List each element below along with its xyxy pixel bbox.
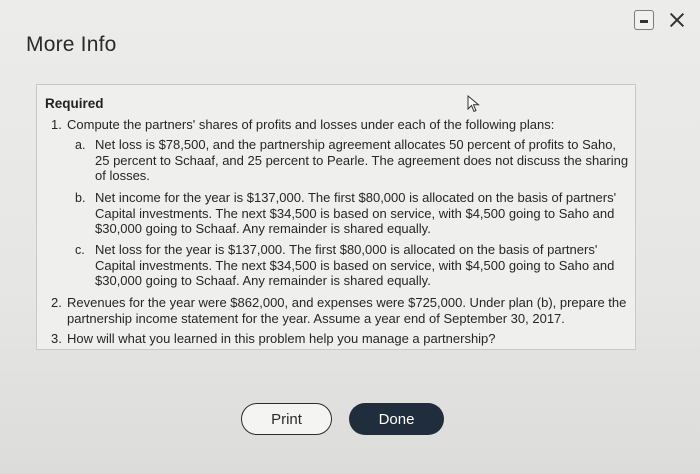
subitem-letter: a. (75, 138, 86, 152)
close-icon[interactable] (668, 11, 686, 29)
item-text: How will what you learned in this proble… (67, 331, 496, 346)
item-line: Revenues for the year were $862,000, and… (67, 295, 627, 310)
subitem-line: Net loss for the year is $137,000. The f… (95, 242, 598, 257)
item-text: Compute the partners' shares of profits … (67, 117, 555, 132)
item-number: 1. (51, 117, 62, 132)
subitem-letter: b. (75, 191, 86, 205)
item-number: 2. (51, 295, 62, 310)
mouse-pointer-icon (467, 95, 480, 113)
window-controls (634, 10, 686, 30)
subitem-line: Capital investments. The next $34,500 is… (95, 257, 615, 273)
done-button[interactable]: Done (349, 403, 444, 435)
subitem-line: 25 percent to Schaaf, and 25 percent to … (95, 152, 629, 168)
item-number: 3. (51, 331, 62, 346)
minimize-icon[interactable] (634, 10, 654, 30)
subitem-line: $30,000 going to Schaaf. Any remainder i… (95, 221, 431, 236)
subitem-line: Capital investments. The next $34,500 is… (95, 205, 615, 221)
dialog-title: More Info (26, 33, 117, 56)
subitem-line: of losses. (95, 168, 150, 183)
print-button[interactable]: Print (241, 403, 332, 435)
required-heading: Required (45, 96, 104, 111)
item-line: partnership income statement for the yea… (67, 310, 565, 326)
info-content-panel: Required 1. Compute the partners' shares… (36, 84, 636, 350)
subitem-line: $30,000 going to Schaaf. Any remainder i… (95, 273, 431, 288)
subitem-line: Net loss is $78,500, and the partnership… (95, 137, 617, 152)
subitem-letter: c. (75, 243, 85, 257)
more-info-dialog: More Info Required 1. Compute the partne… (0, 0, 700, 474)
subitem-line: Net income for the year is $137,000. The… (95, 190, 617, 205)
